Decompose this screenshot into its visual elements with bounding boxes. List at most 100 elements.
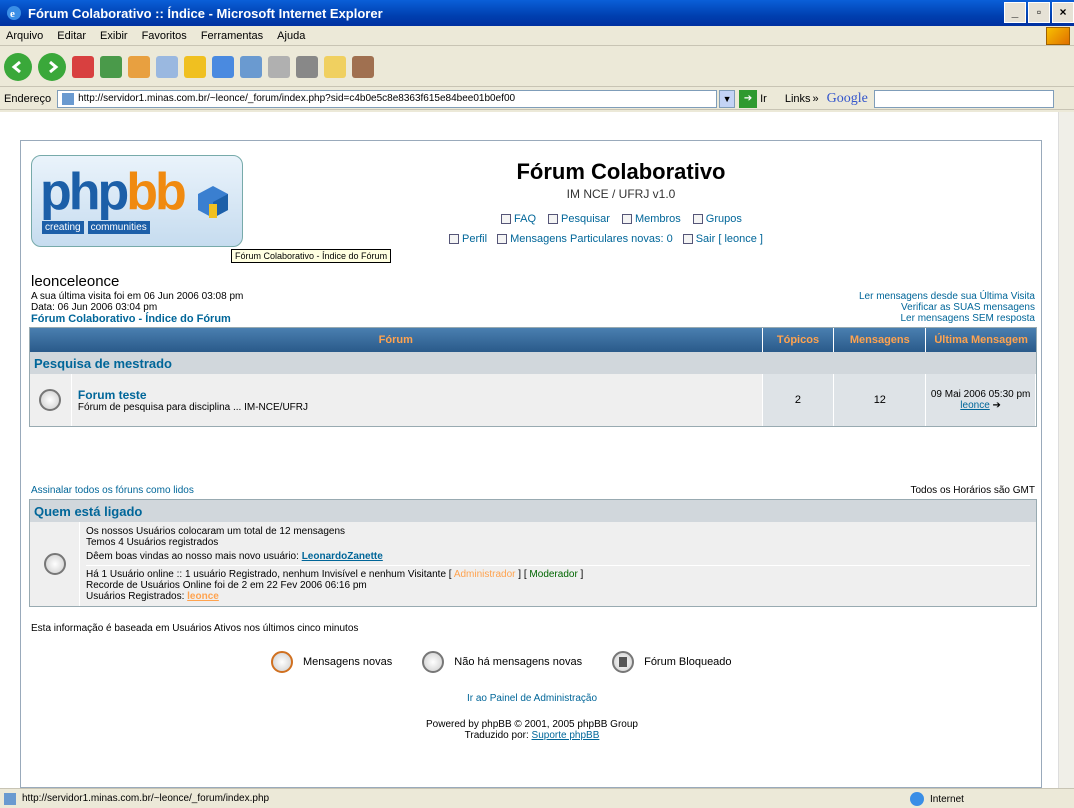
top-nav: FAQ Pesquisar Membros Grupos bbox=[501, 213, 742, 225]
zone-label: Internet bbox=[930, 793, 964, 805]
status-bar: http://servidor1.minas.com.br/~leonce/_f… bbox=[0, 788, 1074, 808]
refresh-icon[interactable] bbox=[100, 55, 122, 78]
registered-user-link[interactable]: leonce bbox=[187, 591, 219, 602]
forum-index-link[interactable]: Fórum Colaborativo - Índice do Fórum bbox=[31, 313, 231, 325]
last-visit-info: A sua última visita foi em 06 Jun 2006 0… bbox=[31, 291, 243, 313]
links-chevron-icon[interactable]: » bbox=[813, 93, 819, 105]
icon-legend: Mensagens novas Não há mensagens novas F… bbox=[271, 651, 732, 673]
footer-credits: Powered by phpBB © 2001, 2005 phpBB Grou… bbox=[21, 719, 1043, 741]
faq-icon bbox=[501, 214, 511, 224]
forward-icon[interactable] bbox=[38, 52, 66, 81]
profile-icon bbox=[449, 234, 459, 244]
nav-faq[interactable]: FAQ bbox=[501, 213, 536, 225]
col-topics: Tópicos bbox=[763, 328, 835, 352]
nav-logout-label: Sair [ leonce ] bbox=[695, 233, 763, 245]
registered-count-text: Temos 4 Usuários registrados bbox=[86, 537, 219, 548]
total-posts-text: Os nossos Usuários colocaram um total de… bbox=[86, 526, 346, 537]
nav-groups-label: Grupos bbox=[705, 213, 742, 225]
nav-members-label: Membros bbox=[634, 213, 681, 225]
maximize-button[interactable]: ▫ bbox=[1028, 2, 1050, 23]
title-bar[interactable]: e Fórum Colaborativo :: Índice - Microso… bbox=[0, 0, 1074, 26]
timezone-note: Todos os Horários são GMT bbox=[910, 485, 1036, 496]
online-suffix: ] bbox=[577, 569, 584, 580]
last-post-cell: 09 Mai 2006 05:30 pm leonce ➔ bbox=[926, 374, 1036, 426]
address-dropdown-icon[interactable]: ▼ bbox=[719, 89, 736, 108]
stop-icon[interactable] bbox=[72, 55, 94, 78]
nav-profile[interactable]: Perfil bbox=[449, 233, 487, 245]
user-nav: Perfil Mensagens Particulares novas: 0 S… bbox=[449, 233, 763, 245]
moderator-legend: Moderador bbox=[529, 569, 578, 580]
mail-icon[interactable] bbox=[240, 55, 262, 78]
folder-icon[interactable] bbox=[324, 55, 346, 78]
logo-tag-creating: creating bbox=[42, 221, 84, 234]
google-search-input[interactable] bbox=[873, 89, 1054, 108]
link-your-posts[interactable]: Verificar as SUAS mensagens bbox=[859, 302, 1035, 313]
legend-locked: Fórum Bloqueado bbox=[612, 651, 732, 673]
home-icon[interactable] bbox=[128, 55, 150, 78]
no-new-posts-icon bbox=[39, 389, 62, 411]
quick-links: Ler mensagens desde sua Última Visita Ve… bbox=[859, 291, 1035, 324]
powered-by-text: Powered by phpBB © 2001, 2005 phpBB Grou… bbox=[426, 719, 638, 730]
go-label[interactable]: Ir bbox=[760, 93, 767, 105]
translation-link[interactable]: Suporte phpBB bbox=[532, 730, 600, 741]
who-is-online-title[interactable]: Quem está ligado bbox=[34, 504, 142, 519]
favorites-icon[interactable] bbox=[184, 55, 206, 78]
admin-panel-link[interactable]: Ir ao Painel de Administração bbox=[21, 693, 1043, 704]
vertical-scrollbar[interactable] bbox=[1058, 112, 1074, 788]
logo-cube-icon bbox=[198, 186, 228, 218]
nav-search-label: Pesquisar bbox=[561, 213, 610, 225]
col-last-post: Última Mensagem bbox=[934, 334, 1028, 346]
menu-editar[interactable]: Editar bbox=[57, 30, 86, 42]
col-messages: Mensagens bbox=[834, 328, 927, 352]
nav-logout[interactable]: Sair [ leonce ] bbox=[682, 233, 763, 245]
new-posts-icon bbox=[271, 651, 293, 673]
legend-new-label: Mensagens novas bbox=[303, 656, 393, 668]
category-name[interactable]: Pesquisa de mestrado bbox=[34, 356, 172, 371]
address-input[interactable]: http://servidor1.minas.com.br/~leonce/_f… bbox=[57, 89, 718, 108]
messenger-icon[interactable] bbox=[352, 55, 374, 78]
locked-forum-icon bbox=[612, 651, 635, 673]
magnifier-icon bbox=[548, 214, 559, 224]
menu-favoritos[interactable]: Favoritos bbox=[142, 30, 187, 42]
record-users-text: Recorde de Usuários Online foi de 2 em 2… bbox=[86, 580, 367, 591]
print-icon[interactable] bbox=[268, 55, 290, 78]
forum-table-header: Fórum Tópicos Mensagens Última Mensagem bbox=[30, 328, 1036, 352]
globe-icon bbox=[910, 792, 924, 806]
search-icon[interactable] bbox=[156, 55, 178, 78]
edit-icon[interactable] bbox=[296, 55, 318, 78]
latest-post-arrow-icon[interactable]: ➔ bbox=[993, 400, 1001, 411]
menu-bar: Arquivo Editar Exibir Favoritos Ferramen… bbox=[0, 26, 1074, 46]
minimize-button[interactable]: _ bbox=[1004, 2, 1026, 23]
nav-groups[interactable]: Grupos bbox=[692, 213, 742, 225]
link-since-last-visit[interactable]: Ler mensagens desde sua Última Visita bbox=[859, 291, 1035, 302]
mark-all-read-link[interactable]: Assinalar todos os fóruns como lidos bbox=[31, 485, 194, 496]
nav-private-messages[interactable]: Mensagens Particulares novas: 0 bbox=[497, 233, 673, 245]
users-icon bbox=[43, 553, 66, 575]
nav-members[interactable]: Membros bbox=[621, 213, 681, 225]
links-label[interactable]: Links bbox=[785, 93, 811, 105]
close-button[interactable]: × bbox=[1052, 2, 1074, 23]
last-post-user[interactable]: leonce bbox=[960, 400, 989, 411]
phpbb-logo[interactable]: phpbb creating communities bbox=[31, 155, 243, 247]
link-unanswered[interactable]: Ler mensagens SEM resposta bbox=[859, 313, 1035, 324]
back-icon[interactable] bbox=[4, 52, 32, 81]
forum-description: Fórum de pesquisa para disciplina ... IM… bbox=[77, 401, 308, 413]
menu-exibir[interactable]: Exibir bbox=[100, 30, 128, 42]
who-is-online-header: Quem está ligado bbox=[30, 500, 1036, 522]
newest-user-link[interactable]: LeonardoZanette bbox=[302, 551, 383, 562]
go-arrow-icon[interactable]: ➔ bbox=[739, 89, 758, 108]
members-icon bbox=[621, 214, 632, 224]
last-post-date: 09 Mai 2006 05:30 pm bbox=[930, 389, 1031, 400]
menu-arquivo[interactable]: Arquivo bbox=[6, 30, 43, 42]
site-title: Fórum Colaborativo bbox=[516, 159, 726, 184]
forum-status-cell bbox=[30, 374, 72, 426]
site-description: IM NCE / UFRJ v1.0 bbox=[566, 187, 676, 201]
logo-php-text: php bbox=[40, 163, 129, 221]
nav-search[interactable]: Pesquisar bbox=[548, 213, 610, 225]
menu-ferramentas[interactable]: Ferramentas bbox=[201, 30, 263, 42]
history-icon[interactable] bbox=[212, 55, 234, 78]
forum-name-link[interactable]: Forum teste bbox=[78, 388, 147, 402]
logout-icon bbox=[682, 234, 693, 244]
legend-no-new-label: Não há mensagens novas bbox=[454, 656, 583, 668]
menu-ajuda[interactable]: Ajuda bbox=[277, 30, 305, 42]
